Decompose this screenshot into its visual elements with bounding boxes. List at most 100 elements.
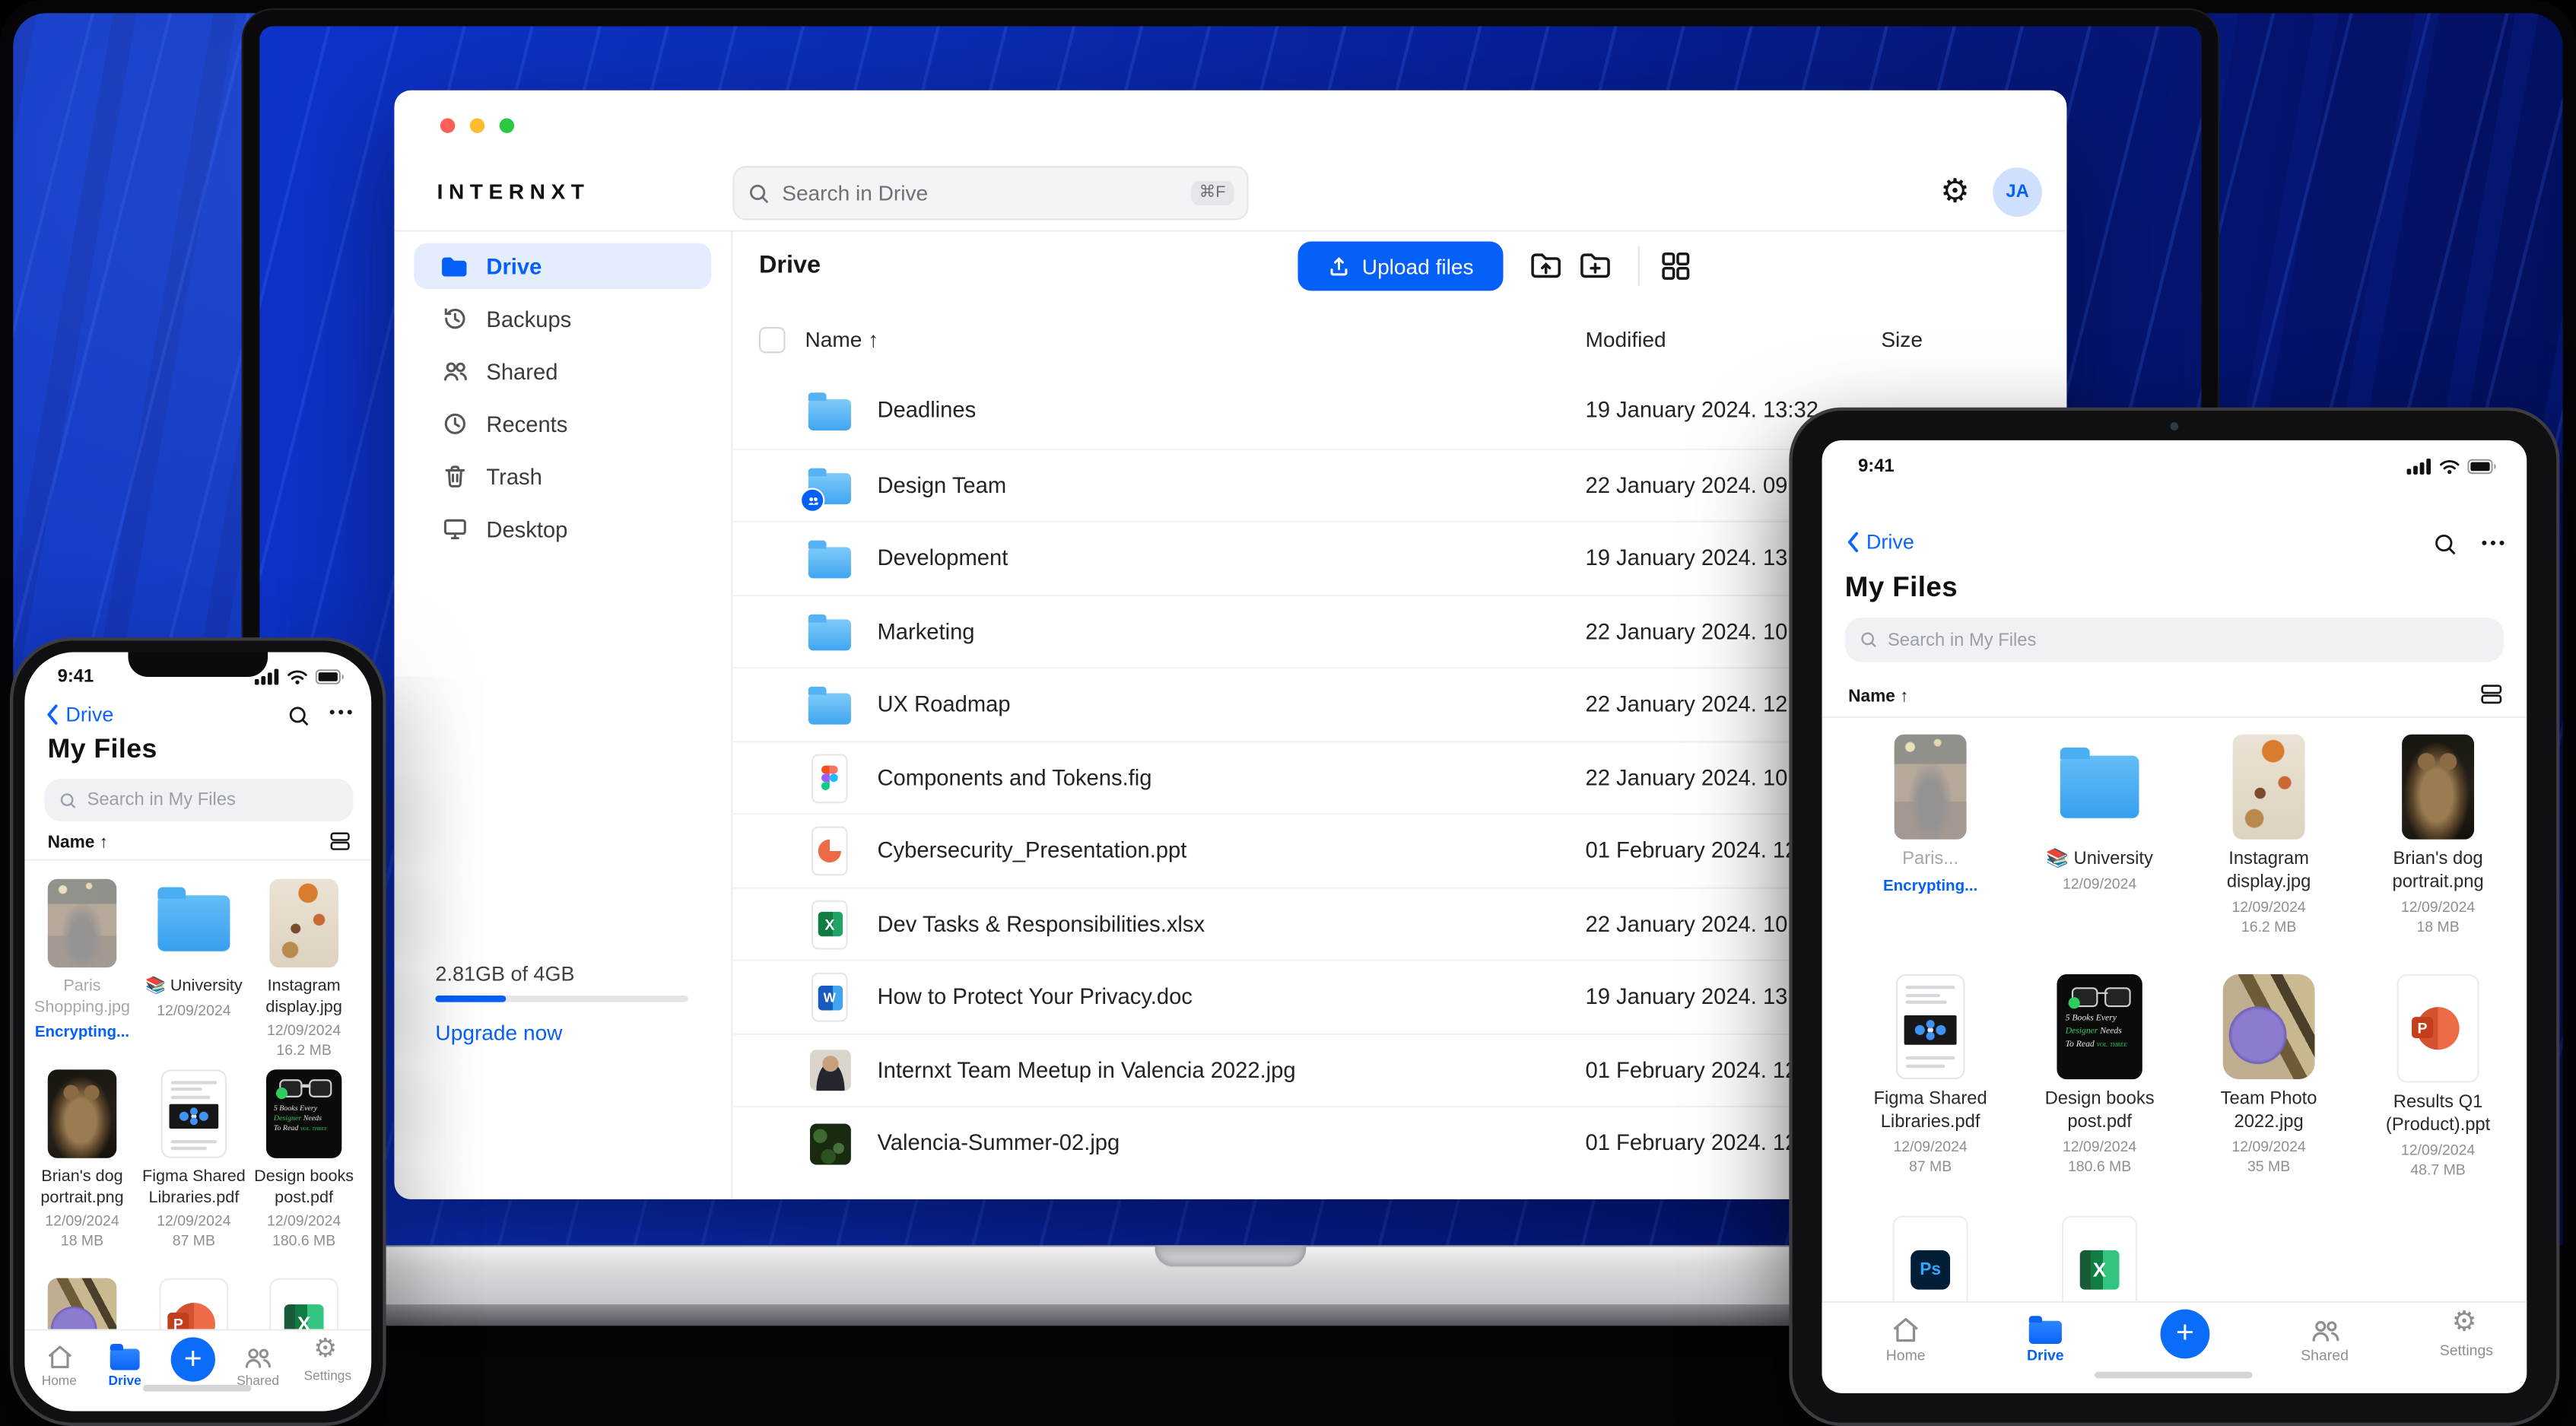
iphone-frame: 9:41 Drive My Files Search in My Files N… [13,640,383,1423]
pdf-thumbnail [1895,973,1965,1080]
chevron-left-icon [47,704,58,725]
list-view-toggle-icon[interactable] [329,830,351,853]
home-indicator[interactable] [2095,1371,2253,1379]
account-avatar[interactable]: JA [1993,167,2043,218]
back-to-drive-button[interactable]: Drive [1845,531,1914,554]
grid-item-design-books-post[interactable]: 5 Books Every Designer Needs To Read VOL… [2025,973,2173,1174]
sort-by-name[interactable]: Name ↑ [1848,687,1908,707]
close-window-button[interactable] [440,118,456,133]
powerpoint-file-icon [805,815,854,888]
grid-item-paris-shopping[interactable]: Paris Shopping.jpg Encrypting... [30,878,135,1042]
sidebar-item-drive[interactable]: Drive [414,243,712,290]
column-header-modified[interactable]: Modified [1585,327,1666,351]
tab-settings[interactable]: ⚙ Settings [304,1335,351,1383]
search-icon[interactable] [2433,532,2457,557]
battery-icon [315,669,344,684]
tab-home[interactable]: Home [1881,1314,1930,1364]
bottom-tab-bar: Home Drive + Shared ⚙ Settings [1822,1301,2527,1393]
sidebar: Drive Backups Shared Recents Trash Deskt… [394,230,733,1199]
grid-item-team-photo-2022[interactable]: Team Photo 2022.jpg 12/09/2024 35 MB [2195,973,2343,1174]
divider [1822,716,2527,718]
bottom-tab-bar: Home Drive + Shared ⚙ Settings [24,1329,372,1412]
sidebar-item-desktop[interactable]: Desktop [414,506,711,551]
folder-icon [805,669,854,742]
excel-file-icon: X [805,888,854,961]
more-options-icon[interactable] [2481,539,2505,548]
page-title: My Files [47,734,157,764]
backup-history-icon [440,305,469,333]
people-icon [237,1341,279,1370]
photo-thumbnail [2222,973,2315,1080]
upload-files-button[interactable]: Upload files [1298,241,1504,291]
macbook-lid-notch [1155,1245,1307,1267]
zoom-window-button[interactable] [499,118,515,133]
tab-home[interactable]: Home [38,1341,81,1388]
gear-icon: ⚙ [2451,1306,2477,1338]
folder-icon [2060,747,2139,818]
grid-view-icon[interactable] [1660,249,1692,282]
add-new-button[interactable]: + [2160,1309,2210,1359]
folder-icon [805,595,854,669]
more-options-icon[interactable] [329,708,353,716]
sidebar-item-backups[interactable]: Backups [414,296,711,341]
grid-item-university[interactable]: 📚 University 12/09/2024 [2025,735,2173,891]
cellular-signal-icon [2406,458,2431,475]
list-view-toggle-icon[interactable] [2479,681,2504,706]
sidebar-item-recents[interactable]: Recents [414,401,711,446]
word-file-icon: W [805,961,854,1034]
home-indicator[interactable] [142,1384,252,1392]
tab-drive[interactable]: Drive [103,1341,146,1388]
search-icon[interactable] [287,705,310,728]
column-header-name[interactable]: Name ↑ [805,327,878,351]
status-icons [254,669,345,685]
photo-thumbnail [269,878,338,968]
toolbar-divider [1637,246,1640,286]
grid-item-instagram-display[interactable]: Instagram display.jpg 12/09/2024 16.2 MB [251,878,356,1058]
tab-drive[interactable]: Drive [2021,1314,2070,1364]
new-folder-icon[interactable] [1579,249,1612,282]
add-new-button[interactable]: + [170,1337,215,1382]
upgrade-now-link[interactable]: Upgrade now [435,1020,562,1044]
photo-thumbnail [47,878,117,968]
grid-item-brians-dog[interactable]: Brian's dog portrait.png 12/09/2024 18 M… [30,1069,135,1249]
powerpoint-file-icon [2397,973,2479,1083]
grid-item-design-books-post[interactable]: 5 Books Every Designer Needs To Read VOL… [251,1069,356,1249]
tab-shared[interactable]: Shared [237,1341,279,1388]
folder-icon [103,1341,146,1370]
sort-by-name[interactable]: Name ↑ [48,833,108,853]
shared-folder-icon [799,449,854,522]
folder-icon [157,887,230,951]
search-my-files-input[interactable]: Search in My Files [44,778,354,822]
grid-item-figma-shared-libraries[interactable]: Figma Shared Libraries.pdf 12/09/2024 87… [1857,973,2004,1174]
grid-item-instagram-display[interactable]: Instagram display.jpg 12/09/2024 16.2 MB [2195,734,2343,934]
grid-item-figma-shared-libraries[interactable]: Figma Shared Libraries.pdf 12/09/2024 87… [141,1069,246,1249]
desktop-monitor-icon [440,515,469,543]
battery-icon [2467,459,2496,475]
column-header-size[interactable]: Size [1881,327,1923,351]
grid-item-paris[interactable]: Paris... Encrypting... [1857,734,2004,895]
upload-folder-icon[interactable] [1529,249,1562,282]
tab-shared[interactable]: Shared [2300,1314,2349,1364]
grid-item-results-q1[interactable]: Results Q1 (Product).ppt 12/09/2024 48.7… [2364,973,2511,1177]
book-cover-thumbnail: 5 Books Every Designer Needs To Read VOL… [2057,973,2142,1080]
drive-search-input[interactable]: Search in Drive ⌘F [732,166,1249,221]
sidebar-item-shared[interactable]: Shared [414,348,711,394]
iphone-screen: 9:41 Drive My Files Search in My Files N… [24,652,372,1412]
select-all-checkbox[interactable] [758,326,786,354]
chevron-left-icon [1847,532,1859,553]
tab-settings[interactable]: ⚙ Settings [2440,1306,2493,1358]
sidebar-item-trash[interactable]: Trash [414,453,711,499]
status-icons [2406,458,2498,475]
back-to-drive-button[interactable]: Drive [44,703,113,726]
sidebar-item-label: Recents [486,411,568,437]
photo-thumbnail [805,1107,854,1180]
people-icon [2300,1314,2349,1344]
search-my-files-input[interactable]: Search in My Files [1844,618,2504,662]
figma-file-icon [805,742,854,815]
grid-item-brians-dog[interactable]: Brian's dog portrait.png 12/09/2024 18 M… [2364,734,2511,934]
minimize-window-button[interactable] [469,118,485,133]
grid-item-university[interactable]: 📚 University 12/09/2024 [141,879,246,1018]
books-emoji: 📚 [2046,849,2069,869]
settings-gear-icon[interactable]: ⚙ [1936,173,1975,212]
shared-badge-icon [799,488,825,513]
